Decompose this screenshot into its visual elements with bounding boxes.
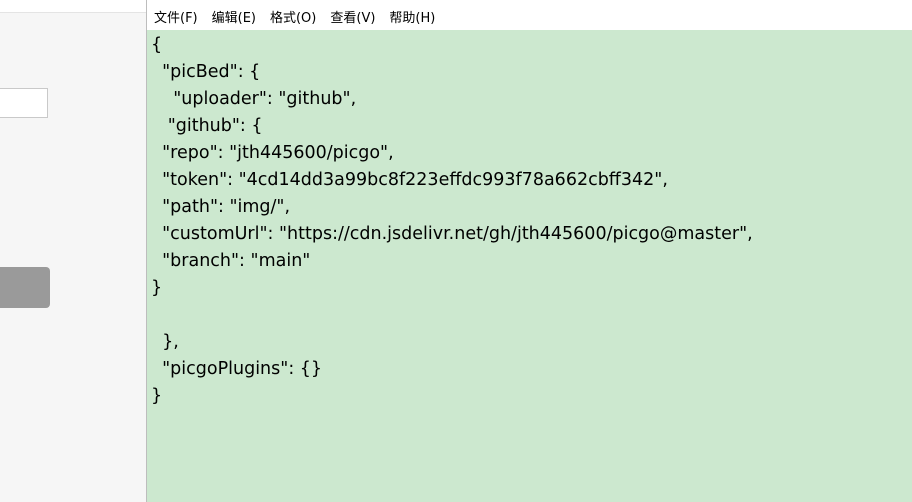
editor-line: }, xyxy=(151,332,179,352)
notepad-window: 文件(F) 编辑(E) 格式(O) 查看(V) 帮助(H) { "picBed"… xyxy=(146,0,912,502)
editor-line: "repo": "jth445600/picgo", xyxy=(151,143,394,163)
menu-help[interactable]: 帮助(H) xyxy=(389,11,435,27)
editor-line: "branch": "main" xyxy=(151,251,311,271)
editor-line: "github": { xyxy=(151,116,263,136)
editor-line: "path": "img/", xyxy=(151,197,291,217)
editor-line: "picgoPlugins": {} xyxy=(151,359,323,379)
editor-line: "uploader": "github", xyxy=(151,89,357,109)
editor-line: } xyxy=(151,386,163,406)
menu-bar: 文件(F) 编辑(E) 格式(O) 查看(V) 帮助(H) xyxy=(147,0,912,30)
editor-line: "picBed": { xyxy=(151,62,261,82)
background-window xyxy=(0,0,146,502)
background-button[interactable] xyxy=(0,267,50,308)
editor-line: } xyxy=(151,278,163,298)
text-editor-area[interactable]: { "picBed": { "uploader": "github", "git… xyxy=(147,30,912,502)
editor-line: { xyxy=(151,35,163,55)
editor-line: "token": "4cd14dd3a99bc8f223effdc993f78a… xyxy=(151,170,668,190)
menu-format[interactable]: 格式(O) xyxy=(270,11,316,27)
editor-line: "customUrl": "https://cdn.jsdelivr.net/g… xyxy=(151,224,753,244)
menu-file[interactable]: 文件(F) xyxy=(154,11,198,27)
menu-edit[interactable]: 编辑(E) xyxy=(212,11,256,27)
menu-view[interactable]: 查看(V) xyxy=(330,11,375,27)
background-input-field[interactable] xyxy=(0,88,48,118)
background-window-titlebar xyxy=(0,0,146,13)
